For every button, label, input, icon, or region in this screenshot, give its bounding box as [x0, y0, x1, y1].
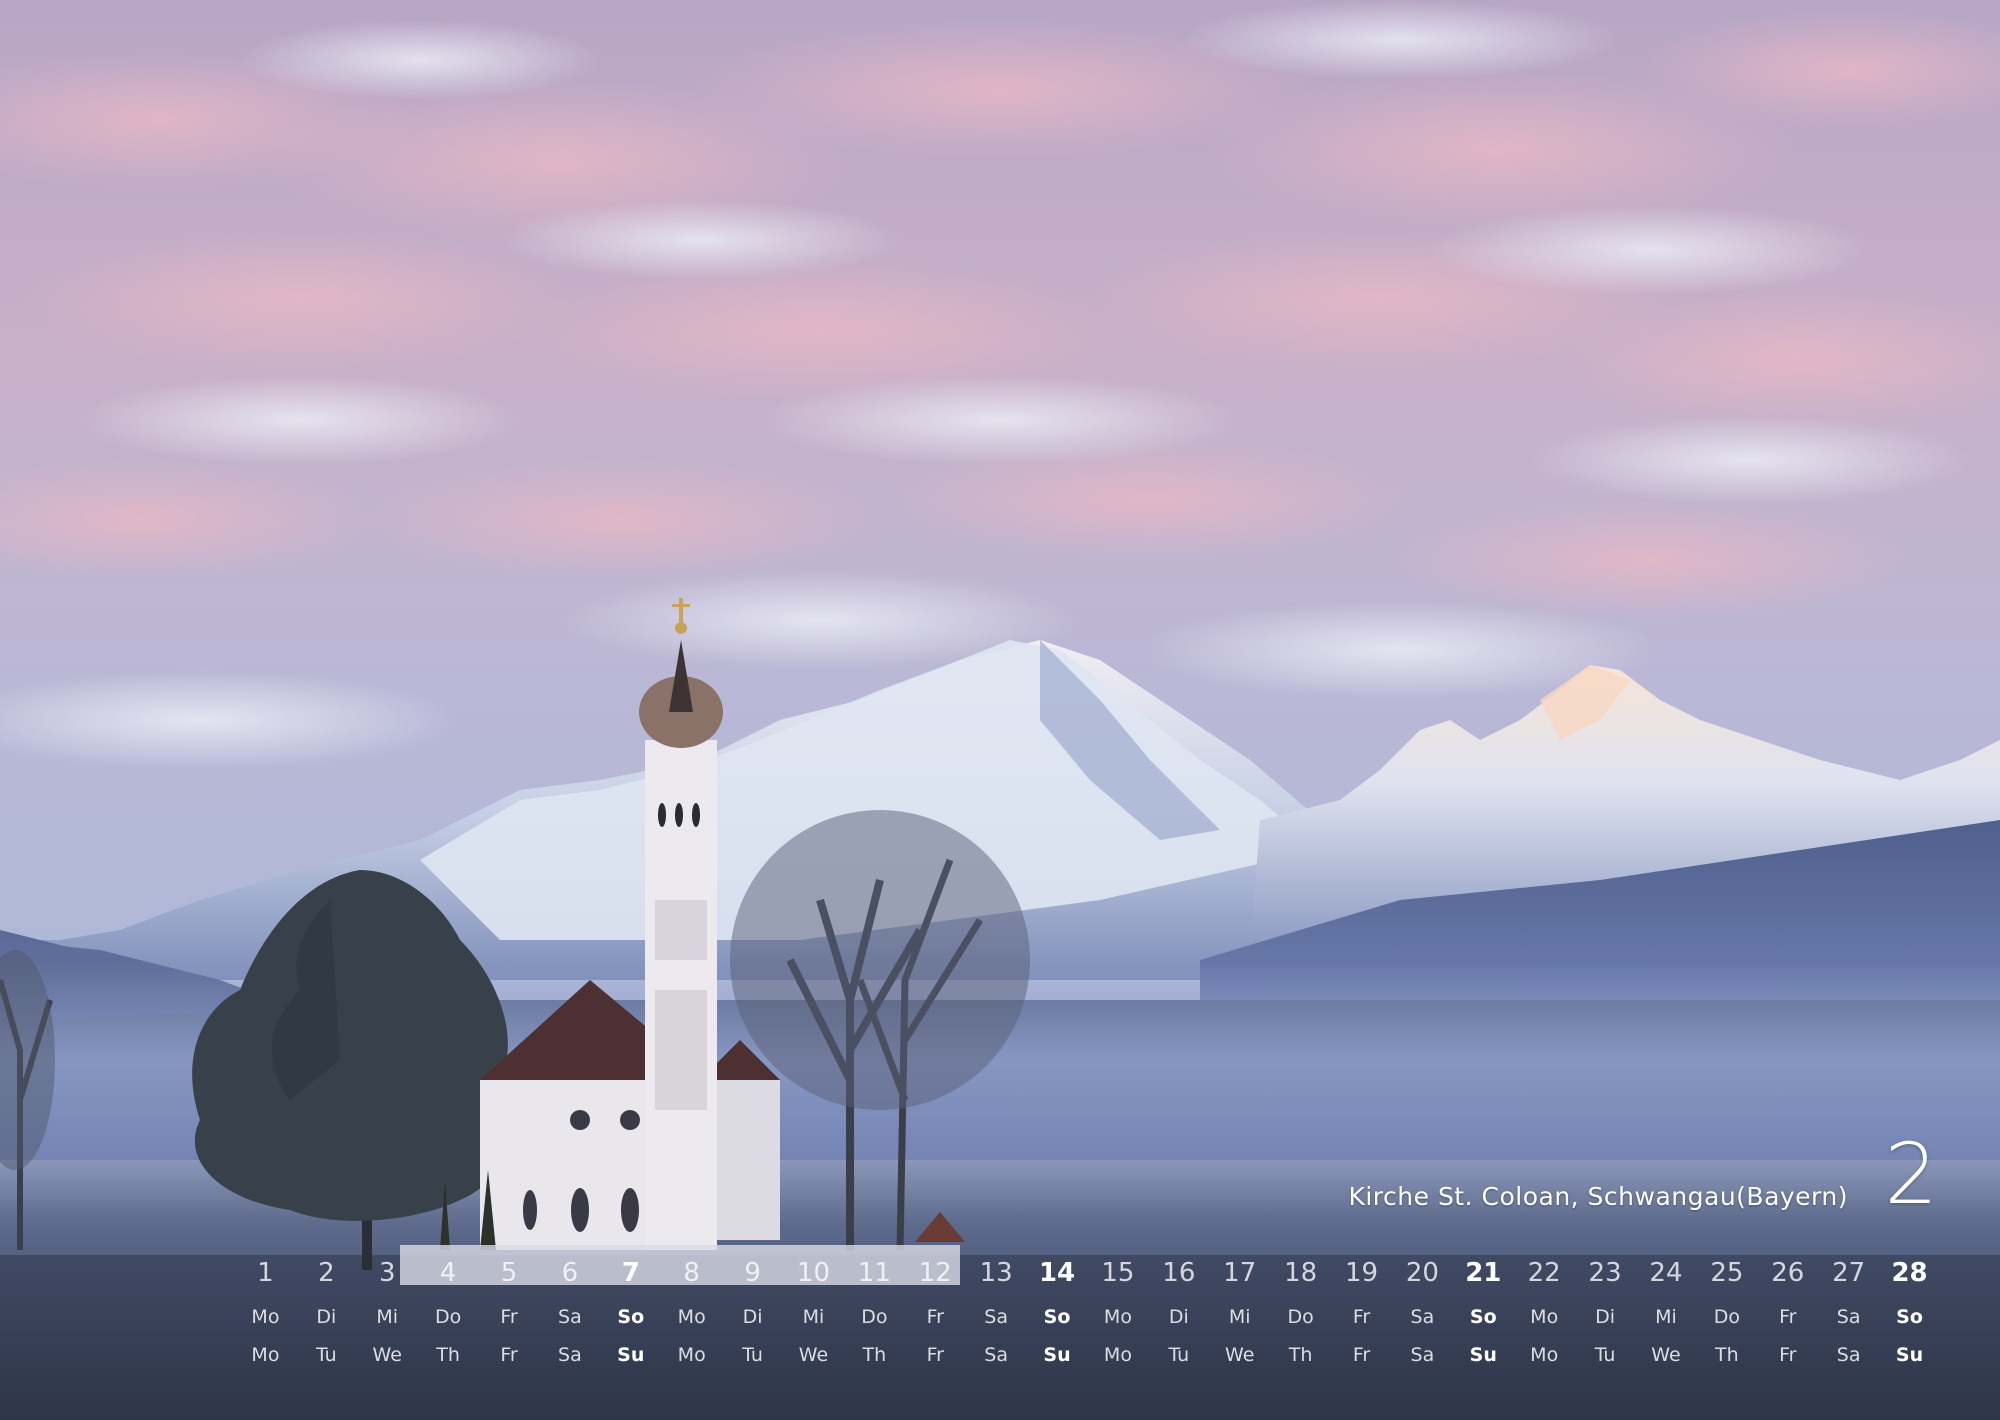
weekday-de: Mo [677, 1306, 706, 1328]
weekday-de: Di [1168, 1306, 1189, 1328]
calendar-day: 13 [979, 1258, 1013, 1288]
calendar-day: 14 [1038, 1258, 1076, 1288]
calendar-day: 11 [857, 1258, 891, 1288]
calendar-day-numbers: 1 2 3 4 5 6 7 8 9 10 11 12 13 14 15 16 17 18 19 20 21 22 23 24 2… [235, 1258, 1940, 1288]
weekday-de: Sa [1410, 1306, 1435, 1328]
weekday-en: Th [1288, 1344, 1313, 1366]
calendar-day: 22 [1527, 1258, 1561, 1288]
weekday-en: We [1651, 1344, 1681, 1366]
calendar-day: 1 [257, 1258, 274, 1288]
weekday-en: Th [862, 1344, 887, 1366]
weekday-en: Su [1469, 1344, 1497, 1366]
weekday-de: Fr [1779, 1306, 1797, 1328]
weekday-de: Mo [251, 1306, 280, 1328]
weekday-de: So [617, 1306, 645, 1328]
weekday-de: Mo [1103, 1306, 1132, 1328]
weekday-en: Sa [1836, 1344, 1861, 1366]
month-number: 2 [1884, 1125, 1938, 1223]
calendar-day: 18 [1284, 1258, 1318, 1288]
weekday-en: We [1225, 1344, 1255, 1366]
weekday-de: Sa [1836, 1306, 1861, 1328]
calendar-day: 7 [621, 1258, 640, 1288]
weekday-de: So [1469, 1306, 1497, 1328]
weekday-de: Mi [1655, 1306, 1677, 1328]
calendar-day: 25 [1710, 1258, 1744, 1288]
weekday-en: Mo [1103, 1344, 1132, 1366]
weekday-en: Sa [558, 1344, 582, 1366]
calendar-day: 10 [796, 1258, 831, 1288]
calendar-day: 3 [378, 1258, 396, 1288]
photo-caption: Kirche St. Coloan, Schwangau(Bayern) [1348, 1182, 1848, 1211]
calendar-day: 15 [1101, 1258, 1135, 1288]
weekday-de: Mi [802, 1306, 825, 1328]
weekday-en: Th [1715, 1344, 1739, 1366]
calendar-day: 8 [683, 1258, 700, 1288]
weekday-en: Sa [984, 1344, 1008, 1366]
weekday-en: Su [1895, 1344, 1924, 1366]
weekday-de: Mo [1530, 1306, 1559, 1328]
calendar-day: 9 [744, 1258, 761, 1288]
weekday-de: Fr [500, 1306, 518, 1328]
weekday-en: Tu [1594, 1344, 1616, 1366]
weekday-de: Sa [984, 1306, 1008, 1328]
weekday-en: Fr [500, 1344, 518, 1366]
weekday-en: Fr [926, 1344, 944, 1366]
weekday-de: Di [316, 1306, 337, 1328]
weekday-de: Mi [376, 1306, 399, 1328]
weekday-en: Mo [677, 1344, 706, 1366]
calendar-weekdays-german: Mo Di Mi Do Fr Sa So Mo Di Mi Do Fr Sa So Mo Di Mi Do Fr Sa… [235, 1306, 1940, 1328]
calendar-day: 12 [918, 1258, 952, 1288]
calendar-day: 21 [1465, 1258, 1502, 1288]
calendar-day: 23 [1588, 1258, 1622, 1288]
calendar-day: 17 [1223, 1258, 1257, 1288]
weekday-de: So [1043, 1306, 1071, 1328]
calendar-day: 2 [318, 1258, 335, 1288]
weekday-de: Do [1287, 1306, 1314, 1328]
calendar-day: 4 [439, 1258, 457, 1288]
calendar-day: 27 [1832, 1258, 1866, 1288]
weekday-de: So [1896, 1306, 1923, 1328]
weekday-en: Su [617, 1344, 645, 1366]
weekday-en: Sa [1410, 1344, 1435, 1366]
calendar-day: 26 [1771, 1258, 1805, 1288]
calendar-day: 19 [1344, 1258, 1379, 1288]
weekday-en: Tu [742, 1344, 763, 1366]
weekday-de: Fr [1352, 1306, 1371, 1328]
weekday-en: We [372, 1344, 402, 1366]
weekday-en: Fr [1779, 1344, 1797, 1366]
weekday-de: Di [1595, 1306, 1616, 1328]
weekday-de: Fr [926, 1306, 944, 1328]
weekday-de: Sa [558, 1306, 582, 1328]
weekday-en: Su [1043, 1344, 1071, 1366]
calendar-day: 16 [1162, 1258, 1196, 1288]
weekday-en: We [798, 1344, 829, 1366]
calendar-day: 20 [1405, 1258, 1439, 1288]
weekday-en: Mo [251, 1344, 280, 1366]
weekday-de: Mi [1228, 1306, 1251, 1328]
calendar-day: 6 [561, 1258, 579, 1288]
weekday-en: Tu [1168, 1344, 1190, 1366]
weekday-en: Tu [315, 1344, 337, 1366]
calendar-day: 24 [1649, 1258, 1683, 1288]
weekday-de: Do [434, 1306, 462, 1328]
calendar-weekdays-english: Mo Tu We Th Fr Sa Su Mo Tu We Th Fr Sa Su Mo Tu We Th Fr Sa… [235, 1344, 1940, 1366]
calendar-day: 5 [500, 1258, 518, 1288]
weekday-en: Fr [1352, 1344, 1371, 1366]
weekday-en: Th [436, 1344, 460, 1366]
weekday-de: Di [742, 1306, 763, 1328]
weekday-en: Mo [1530, 1344, 1559, 1366]
weekday-de: Do [861, 1306, 888, 1328]
calendar-day: 28 [1891, 1258, 1928, 1288]
weekday-de: Do [1713, 1306, 1740, 1328]
